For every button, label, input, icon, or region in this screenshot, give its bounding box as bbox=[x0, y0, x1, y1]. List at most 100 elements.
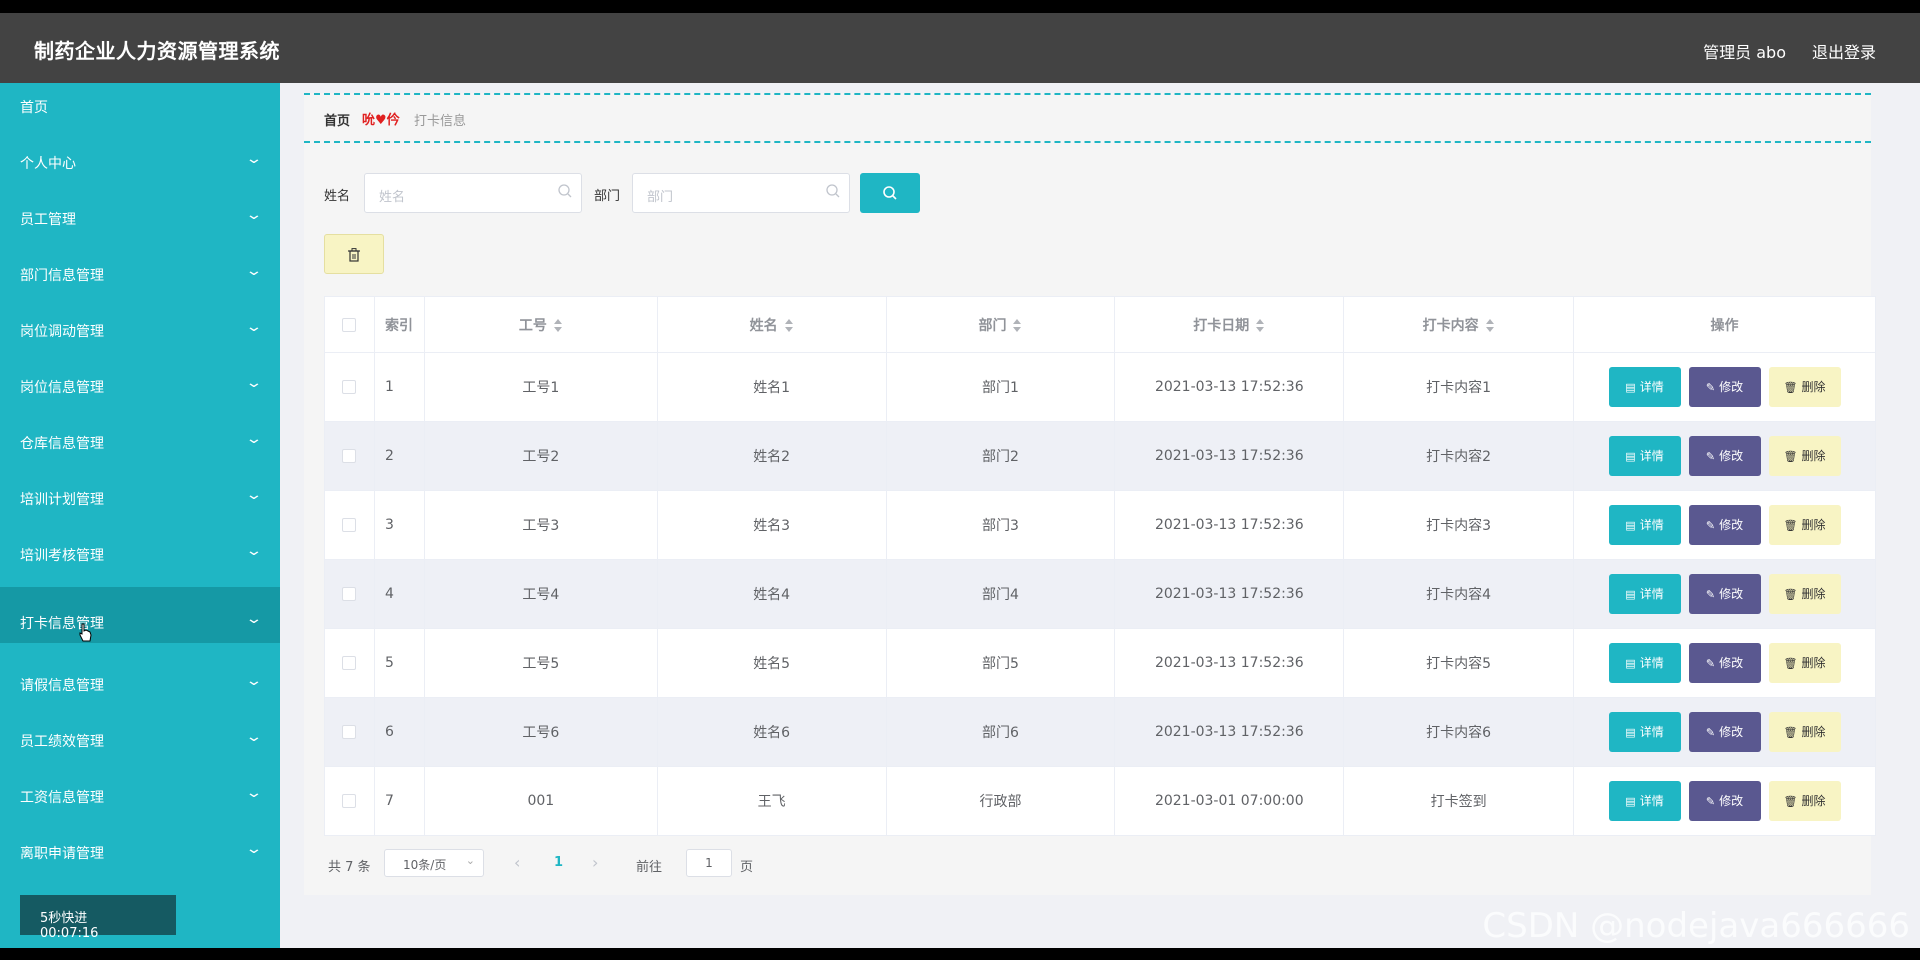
detail-button[interactable]: ▤ 详情 bbox=[1608, 367, 1681, 407]
column-header[interactable]: 工号 bbox=[423, 296, 658, 353]
table-cell: ▤ 详情 ✎ 修改 🗑︎ 删除 bbox=[1573, 490, 1876, 560]
prev-page-button[interactable]: ‹ bbox=[514, 853, 520, 872]
name-label: 姓名 bbox=[324, 189, 351, 204]
sidebar-item-label: 培训计划管理 bbox=[20, 492, 104, 508]
edit-label: 修改 bbox=[1719, 794, 1744, 808]
delete-button[interactable]: 🗑︎ 删除 bbox=[1768, 574, 1841, 614]
sidebar-item-leave[interactable]: 请假信息管理 ⌄ bbox=[0, 661, 280, 707]
pencil-icon: ✎ bbox=[1705, 381, 1716, 394]
select-all-checkbox[interactable] bbox=[342, 317, 357, 332]
row-actions: ▤ 详情 ✎ 修改 🗑︎ 删除 bbox=[1608, 436, 1841, 476]
sort-icon[interactable] bbox=[553, 318, 563, 333]
search-button[interactable] bbox=[860, 173, 920, 213]
trash-icon: 🗑︎ bbox=[1783, 657, 1798, 670]
sidebar-item-departments[interactable]: 部门信息管理 ⌄ bbox=[0, 251, 280, 297]
delete-button[interactable]: 🗑︎ 删除 bbox=[1768, 436, 1841, 476]
page-number[interactable]: 1 bbox=[554, 855, 563, 870]
detail-button[interactable]: ▤ 详情 bbox=[1608, 574, 1681, 614]
detail-button[interactable]: ▤ 详情 bbox=[1608, 712, 1681, 752]
row-checkbox[interactable] bbox=[342, 725, 357, 739]
logout-link[interactable]: 退出登录 bbox=[1812, 39, 1876, 63]
fast-forward-timer[interactable]: 5秒快进 00:07:16 bbox=[20, 895, 176, 941]
chevron-down-icon: ⌄ bbox=[245, 543, 263, 559]
cell-employee-id: 工号6 bbox=[423, 697, 658, 767]
sidebar: 首页 个人中心 ⌄ 员工管理 ⌄ 部门信息管理 ⌄ 岗位调动管理 ⌄ 岗位信息管… bbox=[0, 83, 280, 948]
sidebar-item-resignation[interactable]: 离职申请管理 ⌄ bbox=[0, 829, 280, 875]
delete-button[interactable]: 🗑︎ 删除 bbox=[1768, 712, 1841, 752]
delete-button[interactable]: 🗑︎ 删除 bbox=[1768, 781, 1841, 821]
search-icon bbox=[826, 184, 840, 198]
search-icon bbox=[558, 184, 572, 198]
row-checkbox[interactable] bbox=[342, 656, 357, 670]
detail-button[interactable]: ▤ 详情 bbox=[1608, 505, 1681, 545]
sidebar-item-salary[interactable]: 工资信息管理 ⌄ bbox=[0, 773, 280, 819]
dept-label: 部门 bbox=[594, 189, 621, 204]
edit-button[interactable]: ✎ 修改 bbox=[1688, 436, 1761, 476]
cell-content: 打卡签到 bbox=[1343, 766, 1575, 836]
detail-button[interactable]: ▤ 详情 bbox=[1608, 436, 1681, 476]
sidebar-item-attendance[interactable]: 打卡信息管理 ⌄ bbox=[0, 587, 280, 643]
edit-button[interactable]: ✎ 修改 bbox=[1688, 367, 1761, 407]
column-header[interactable]: 打卡内容 bbox=[1343, 296, 1575, 353]
edit-button[interactable]: ✎ 修改 bbox=[1688, 781, 1761, 821]
goto-page-input[interactable]: 1 bbox=[686, 849, 732, 877]
cell-date: 2021-03-13 17:52:36 bbox=[1114, 628, 1345, 698]
main-content: 首页 吮♥仱 打卡信息 姓名 姓名 部门 部门 索引 工号 姓名 部门 打卡日期… bbox=[280, 83, 1920, 948]
detail-button[interactable]: ▤ 详情 bbox=[1608, 781, 1681, 821]
header-label: 操作 bbox=[1710, 317, 1739, 334]
cell-department: 部门5 bbox=[885, 628, 1116, 698]
delete-button[interactable]: 🗑︎ 删除 bbox=[1768, 505, 1841, 545]
sidebar-item-home[interactable]: 首页 bbox=[0, 83, 280, 129]
breadcrumb-home[interactable]: 首页 bbox=[324, 110, 350, 129]
sidebar-item-label: 请假信息管理 bbox=[20, 678, 104, 694]
current-user: 管理员 abo bbox=[1703, 43, 1786, 62]
edit-button[interactable]: ✎ 修改 bbox=[1688, 643, 1761, 683]
sidebar-item-performance[interactable]: 员工绩效管理 ⌄ bbox=[0, 717, 280, 763]
edit-button[interactable]: ✎ 修改 bbox=[1688, 574, 1761, 614]
page-size-select[interactable]: 10条/页 ⌄ bbox=[384, 849, 484, 877]
watermark: CSDN @nodejava666666 bbox=[1482, 906, 1910, 946]
edit-label: 修改 bbox=[1719, 656, 1744, 670]
name-search-input[interactable]: 姓名 bbox=[364, 173, 582, 213]
table-row: 5 工号5 姓名5 部门5 2021-03-13 17:52:36 打卡内容5 ▤ 详情 ✎ 修改… bbox=[324, 628, 1876, 698]
edit-button[interactable]: ✎ 修改 bbox=[1688, 712, 1761, 752]
edit-button[interactable]: ✎ 修改 bbox=[1688, 505, 1761, 545]
sort-icon[interactable] bbox=[1012, 318, 1022, 333]
delete-label: 删除 bbox=[1801, 725, 1826, 739]
sidebar-item-personal-center[interactable]: 个人中心 ⌄ bbox=[0, 139, 280, 185]
sidebar-item-training-assessment[interactable]: 培训考核管理 ⌄ bbox=[0, 531, 280, 577]
row-checkbox[interactable] bbox=[342, 587, 357, 601]
row-actions: ▤ 详情 ✎ 修改 🗑︎ 删除 bbox=[1608, 643, 1841, 683]
row-checkbox[interactable] bbox=[342, 449, 357, 463]
row-checkbox[interactable] bbox=[342, 794, 357, 808]
cell-employee-id: 工号1 bbox=[423, 352, 658, 422]
next-page-button[interactable]: › bbox=[592, 853, 598, 872]
delete-button[interactable]: 🗑︎ 删除 bbox=[1768, 367, 1841, 407]
sidebar-item-warehouse[interactable]: 仓库信息管理 ⌄ bbox=[0, 419, 280, 465]
sidebar-item-training-plans[interactable]: 培训计划管理 ⌄ bbox=[0, 475, 280, 521]
chevron-down-icon: ⌄ bbox=[245, 673, 263, 689]
delete-button[interactable]: 🗑︎ 删除 bbox=[1768, 643, 1841, 683]
sidebar-item-transfers[interactable]: 岗位调动管理 ⌄ bbox=[0, 307, 280, 353]
header-label: 打卡日期 bbox=[1193, 317, 1250, 334]
sort-icon[interactable] bbox=[1485, 318, 1495, 333]
cell-department: 部门3 bbox=[885, 490, 1116, 560]
cell-employee-id: 工号4 bbox=[423, 559, 658, 629]
column-header[interactable]: 部门 bbox=[885, 296, 1116, 353]
row-actions: ▤ 详情 ✎ 修改 🗑︎ 删除 bbox=[1608, 367, 1841, 407]
row-checkbox[interactable] bbox=[342, 380, 357, 394]
detail-button[interactable]: ▤ 详情 bbox=[1608, 643, 1681, 683]
sidebar-item-employees[interactable]: 员工管理 ⌄ bbox=[0, 195, 280, 241]
cell-name: 姓名4 bbox=[656, 559, 887, 629]
batch-delete-button[interactable] bbox=[324, 234, 384, 274]
sort-icon[interactable] bbox=[784, 318, 794, 333]
cell-content: 打卡内容1 bbox=[1343, 352, 1575, 422]
column-header[interactable]: 打卡日期 bbox=[1114, 296, 1345, 353]
row-checkbox[interactable] bbox=[342, 518, 357, 532]
dept-search-input[interactable]: 部门 bbox=[632, 173, 850, 213]
column-header[interactable]: 姓名 bbox=[656, 296, 887, 353]
table-cell bbox=[324, 766, 375, 836]
sidebar-item-positions[interactable]: 岗位信息管理 ⌄ bbox=[0, 363, 280, 409]
pencil-icon: ✎ bbox=[1705, 657, 1716, 670]
sort-icon[interactable] bbox=[1255, 318, 1265, 333]
